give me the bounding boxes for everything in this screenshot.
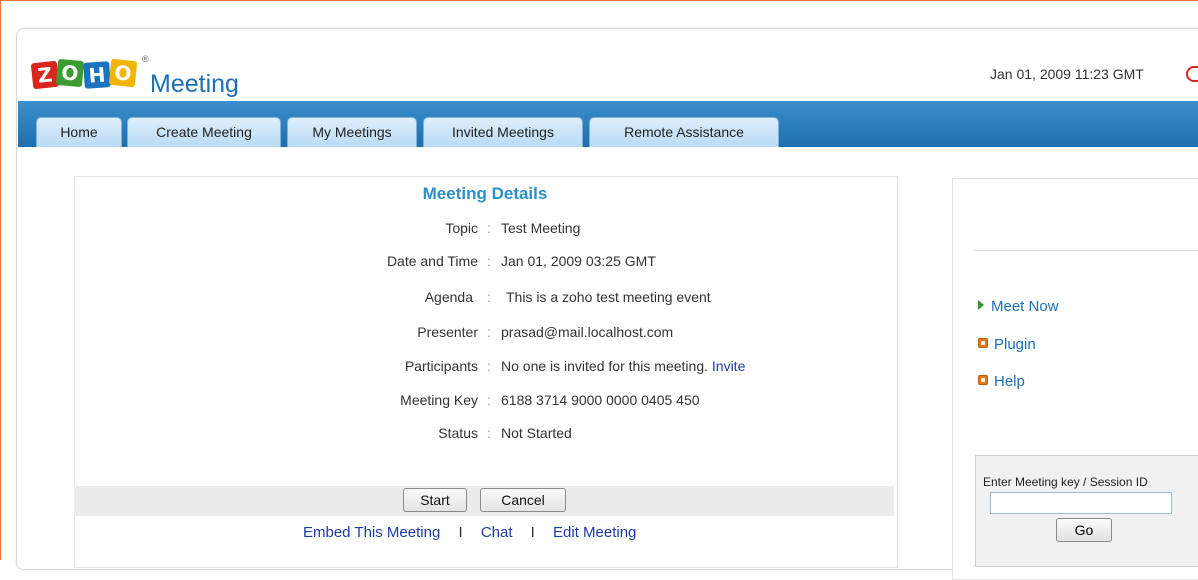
meeting-key-input[interactable] [990,492,1172,514]
field-separator: : [487,392,491,408]
chat-link[interactable]: Chat [481,524,513,541]
link-divider: I [458,524,463,541]
field-value: Test Meeting [501,220,581,236]
field-separator: : [487,253,491,269]
field-value: 6188 3714 9000 0000 0405 450 [501,392,700,408]
play-arrow-icon [978,300,984,310]
sidebar-item-plugin[interactable]: Plugin [978,336,1036,353]
meeting-links: Embed This Meeting I Chat I Edit Meeting [303,524,636,541]
field-value: Not Started [501,425,572,441]
logo-letter-h: H [83,61,111,89]
field-label: Agenda [424,289,473,305]
cancel-button[interactable]: Cancel [480,488,566,512]
tab-home[interactable]: Home [36,117,122,147]
details-title: Meeting Details [422,184,548,203]
meeting-key-label: Enter Meeting key / Session ID [983,475,1148,489]
sidebar-item-label: Help [994,373,1025,390]
embed-meeting-link[interactable]: Embed This Meeting [303,524,440,541]
participants-value-group: No one is invited for this meeting. Invi… [501,358,745,374]
current-datetime: Jan 01, 2009 11:23 GMT [990,66,1144,82]
tab-invited-meetings[interactable]: Invited Meetings [423,117,583,147]
edit-meeting-link[interactable]: Edit Meeting [553,524,636,541]
sidebar-divider [974,250,1198,251]
field-value: prasad@mail.localhost.com [501,324,674,340]
field-label: Status [438,425,478,441]
field-separator: : [487,289,491,305]
go-button[interactable]: Go [1056,518,1112,542]
tab-my-meetings[interactable]: My Meetings [287,117,417,147]
clock-icon[interactable] [1186,66,1198,82]
field-separator: : [487,220,491,236]
field-value: No one is invited for this meeting. [501,358,708,374]
field-separator: : [487,324,491,340]
field-label: Presenter [417,324,478,340]
registered-mark-icon: ® [142,54,149,64]
field-label: Meeting Key [400,392,478,408]
orange-bullet-icon [978,338,988,348]
field-label: Date and Time [386,253,478,269]
app-name: Meeting [150,70,239,98]
sidebar-item-help[interactable]: Help [978,373,1025,390]
link-divider: I [530,524,535,541]
logo-letter-z: Z [30,60,60,90]
invite-link[interactable]: Invite [712,358,745,374]
logo-letter-o-second: O [108,58,138,88]
field-separator: : [487,358,491,374]
sidebar-item-label: Meet Now [991,298,1059,315]
tab-create-meeting[interactable]: Create Meeting [127,117,281,147]
field-value: Jan 01, 2009 03:25 GMT [501,253,656,269]
sidebar-item-meet-now[interactable]: Meet Now [978,298,1059,315]
tab-remote-assistance[interactable]: Remote Assistance [589,117,779,147]
orange-bullet-icon [978,375,988,385]
start-button[interactable]: Start [403,488,467,512]
field-value: This is a zoho test meeting event [506,289,711,305]
logo-letter-o: O [55,58,85,88]
sidebar-item-label: Plugin [994,336,1036,353]
field-separator: : [487,425,491,441]
field-label: Participants [404,358,478,374]
field-label: Topic [445,220,478,236]
